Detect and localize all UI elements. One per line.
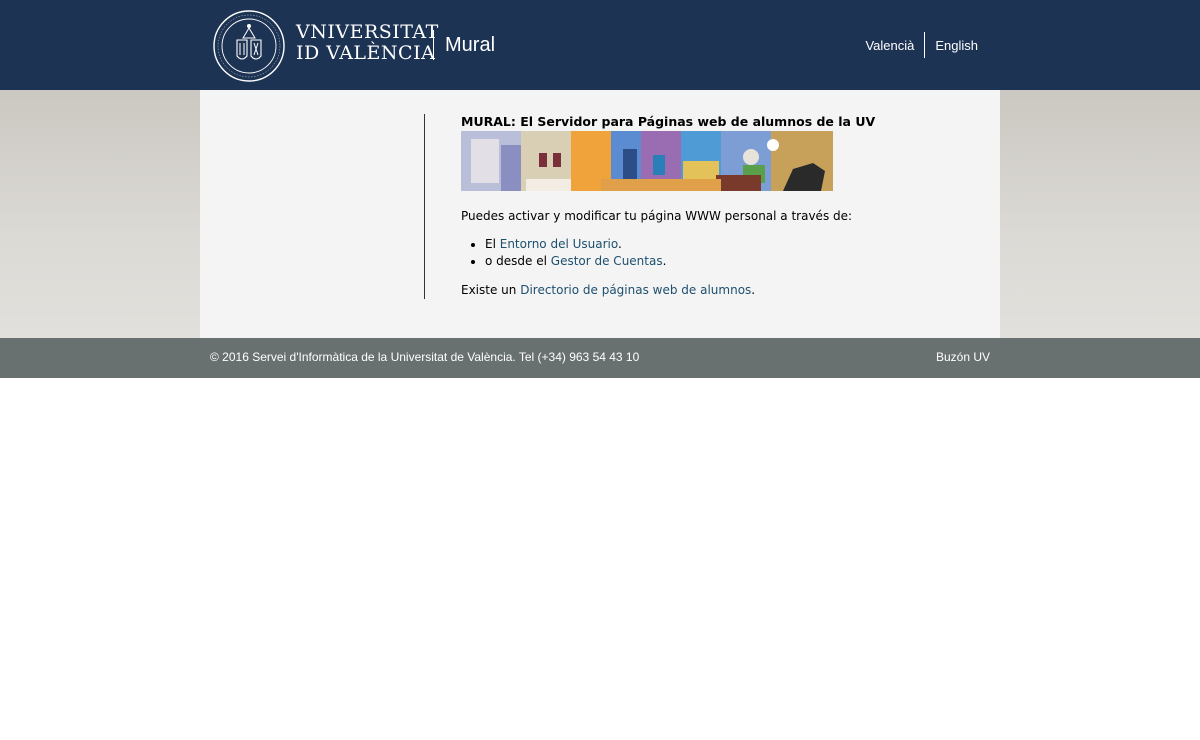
account-manager-link[interactable]: Gestor de Cuentas [551,254,663,268]
list-item: o desde el Gestor de Cuentas. [485,253,981,270]
intro-text: Puedes activar y modificar tu página WWW… [461,209,853,223]
footer-copyright: © 2016 Servei d'Informàtica de la Univer… [210,350,640,364]
university-seal-icon[interactable] [213,10,285,82]
content-vertical-rule [424,114,425,299]
header-divider [433,30,434,60]
language-nav: Valencià English [865,32,978,58]
access-options-list: El Entorno del Usuario. o desde el Gesto… [461,236,981,270]
list-item-prefix: o desde el [485,254,551,268]
mailbox-link[interactable]: Buzón UV [936,350,990,364]
language-link-valencia[interactable]: Valencià [865,38,914,53]
wordmark-line2: ID VALÈNCIA [296,42,436,64]
language-link-english[interactable]: English [935,38,978,53]
list-item-suffix: . [662,254,667,268]
site-header: VNIVERSITAT ID VALÈNCIA Mural Valencià E… [0,0,1200,90]
content-box: MURAL: El Servidor para Páginas web de a… [200,90,1000,338]
site-footer: © 2016 Servei d'Informàtica de la Univer… [0,338,1200,378]
mural-banner-image [461,131,833,191]
wordmark-line1: VNIVERSITAT [296,21,439,43]
list-item: El Entorno del Usuario. [485,236,981,253]
list-item-suffix: . [618,237,622,251]
directory-line: Existe un Directorio de páginas web de a… [461,282,981,298]
header-inner: VNIVERSITAT ID VALÈNCIA Mural Valencià E… [200,0,1000,90]
language-separator [924,32,926,58]
student-pages-directory-link[interactable]: Directorio de páginas web de alumnos [520,283,751,297]
directory-prefix: Existe un [461,283,521,297]
directory-suffix: . [751,283,756,297]
university-wordmark[interactable]: VNIVERSITAT ID VALÈNCIA [296,22,439,64]
user-environment-link[interactable]: Entorno del Usuario [500,237,618,251]
page-title: MURAL: El Servidor para Páginas web de a… [461,114,876,129]
main-content: MURAL: El Servidor para Páginas web de a… [461,114,981,298]
site-title[interactable]: Mural [445,33,495,57]
content-band: MURAL: El Servidor para Páginas web de a… [0,90,1200,338]
list-item-prefix: El [485,237,500,251]
